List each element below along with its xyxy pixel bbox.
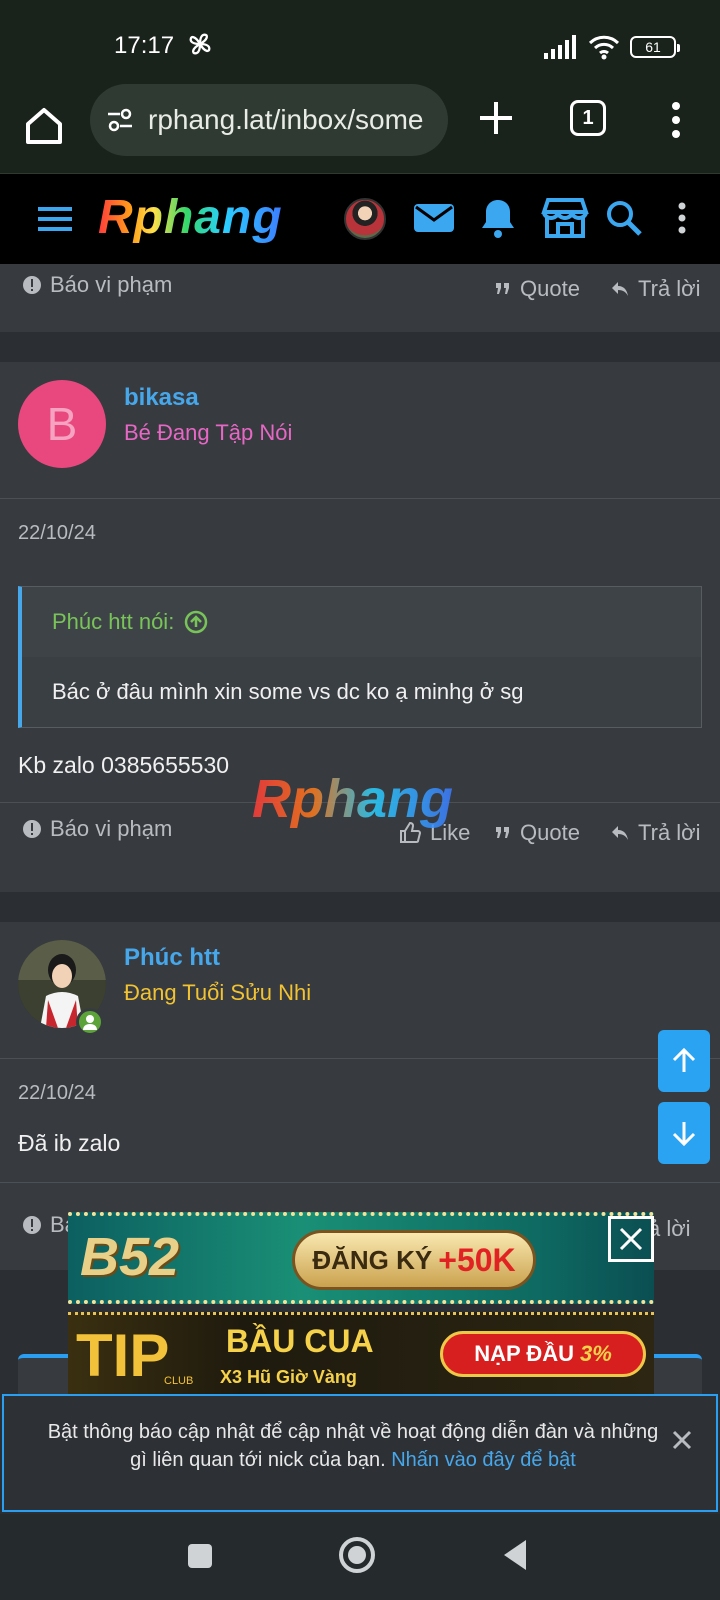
ad-cta-label: NẠP ĐẦU (474, 1341, 575, 1366)
recents-icon[interactable] (186, 1542, 214, 1570)
reply-icon (612, 282, 628, 296)
quote-header[interactable]: Phúc htt nói: (22, 587, 701, 657)
quote-button[interactable]: Quote (494, 820, 580, 846)
quote-button[interactable]: Quote (494, 276, 580, 302)
report-button[interactable]: Báo vi phạm (22, 816, 172, 842)
user-title: Bé Đang Tập Nói (124, 420, 293, 445)
more-options-icon[interactable] (670, 194, 694, 242)
reply-label: Trả lời (638, 276, 701, 301)
reply-label-partial: ả lời (648, 1216, 691, 1241)
report-button[interactable]: Báo vi phạm (22, 272, 172, 298)
divider (0, 498, 720, 499)
push-notification-prompt: Bật thông báo cập nhật để cập nhật về ho… (2, 1394, 718, 1512)
reply-button[interactable]: Trả lời (610, 276, 701, 302)
reply-icon (612, 826, 628, 840)
tab-switcher-button[interactable]: 1 (570, 100, 606, 136)
back-nav-icon[interactable] (502, 1538, 528, 1572)
battery-indicator: 61 (630, 36, 680, 58)
user-title: Đang Tuổi Sửu Nhi (124, 980, 312, 1005)
status-bar: 17:17 61 (0, 0, 720, 84)
url-text: rphang.lat/inbox/some (148, 104, 424, 135)
browser-menu-icon[interactable] (664, 98, 688, 142)
report-label: Báo vi phạm (50, 816, 173, 841)
ad-close-button[interactable] (608, 1216, 654, 1262)
reply-button[interactable]: Trả lời (610, 820, 701, 846)
username[interactable]: bikasa (124, 384, 199, 412)
scroll-top-button[interactable] (658, 1030, 710, 1092)
ad-bonus: 3% (580, 1341, 612, 1366)
ad-club: CLUB (164, 1375, 194, 1387)
quote-label: Quote (520, 820, 580, 845)
reply-button[interactable]: ả lời (648, 1216, 691, 1242)
ad-title: BẦU CUA (226, 1323, 374, 1359)
post-message: Kb zalo 0385655530 (18, 752, 230, 778)
user-avatar[interactable] (344, 198, 386, 240)
site-logo[interactable]: Rphang (98, 190, 283, 245)
browser-toolbar: rphang.lat/inbox/some 1 (0, 84, 720, 174)
system-nav-bar (0, 1514, 720, 1600)
avatar[interactable]: B (18, 380, 106, 468)
reply-label: Trả lời (638, 820, 701, 845)
new-tab-icon[interactable] (474, 96, 518, 140)
online-status-badge (76, 1008, 104, 1036)
username[interactable]: Phúc htt (124, 944, 220, 972)
warning-icon (23, 820, 41, 838)
ad-banner-tip[interactable]: TIP CLUB BẦU CUA X3 Hũ Giờ Vàng NẠP ĐẦU … (68, 1312, 654, 1394)
arrow-up-icon (672, 1047, 696, 1072)
scroll-bottom-button[interactable] (658, 1102, 710, 1164)
close-icon[interactable] (668, 1426, 696, 1454)
divider (0, 1058, 720, 1059)
wifi-icon (588, 35, 620, 60)
user-icon (83, 1015, 97, 1030)
status-time: 17:17 (114, 32, 175, 59)
quote-text: Bác ở đâu mình xin some vs dc ko ạ minhg… (22, 657, 701, 727)
watermark-logo: Rphang (252, 769, 453, 829)
arrow-down-icon (672, 1122, 696, 1147)
store-icon[interactable] (538, 194, 592, 242)
ad-brand: TIP (76, 1322, 170, 1389)
previous-post-footer: Báo vi phạm Quote Trả lời (0, 264, 720, 332)
signal-icon (544, 35, 576, 59)
quote-block: Phúc htt nói: Bác ở đâu mình xin some vs… (18, 586, 702, 728)
ad-brand: B52 (80, 1227, 180, 1287)
fan-icon (189, 33, 211, 55)
site-header: Rphang (0, 174, 720, 264)
quote-label: Quote (520, 276, 580, 301)
notice-text: Bật thông báo cập nhật để cập nhật về ho… (38, 1418, 668, 1474)
home-nav-icon[interactable] (338, 1536, 376, 1574)
quote-icon (496, 283, 509, 294)
report-label: Báo vi phạm (50, 272, 173, 297)
home-icon[interactable] (22, 104, 66, 148)
ad-subtitle: X3 Hũ Giờ Vàng (220, 1367, 357, 1387)
quote-icon (496, 827, 509, 838)
ad-cta[interactable]: ĐĂNG KÝ +50K (292, 1230, 536, 1290)
warning-icon (23, 276, 41, 294)
ad-cta[interactable]: NẠP ĐẦU 3% (440, 1331, 646, 1377)
site-settings-icon[interactable] (104, 104, 136, 136)
enable-notifications-link[interactable]: Nhấn vào đây để bật (391, 1449, 576, 1471)
post-date[interactable]: 22/10/24 (18, 1082, 96, 1105)
warning-icon (23, 1216, 41, 1234)
ad-cta-label: ĐĂNG KÝ (312, 1244, 433, 1275)
quote-author: Phúc htt nói: (52, 609, 175, 634)
status-icons: 61 (544, 34, 680, 60)
bell-icon[interactable] (474, 194, 522, 242)
post-message: Đã ib zalo (18, 1130, 121, 1156)
ad-banner-b52[interactable]: B52 ĐĂNG KÝ +50K (68, 1212, 654, 1304)
close-icon (619, 1227, 643, 1251)
divider (0, 1182, 720, 1183)
address-bar[interactable]: rphang.lat/inbox/some (90, 84, 448, 156)
mail-icon[interactable] (410, 194, 458, 242)
hamburger-menu-icon[interactable] (36, 200, 74, 238)
ad-bonus: +50K (438, 1241, 516, 1278)
jump-up-icon[interactable] (184, 610, 208, 634)
post-date[interactable]: 22/10/24 (18, 522, 96, 545)
search-icon[interactable] (604, 194, 644, 242)
